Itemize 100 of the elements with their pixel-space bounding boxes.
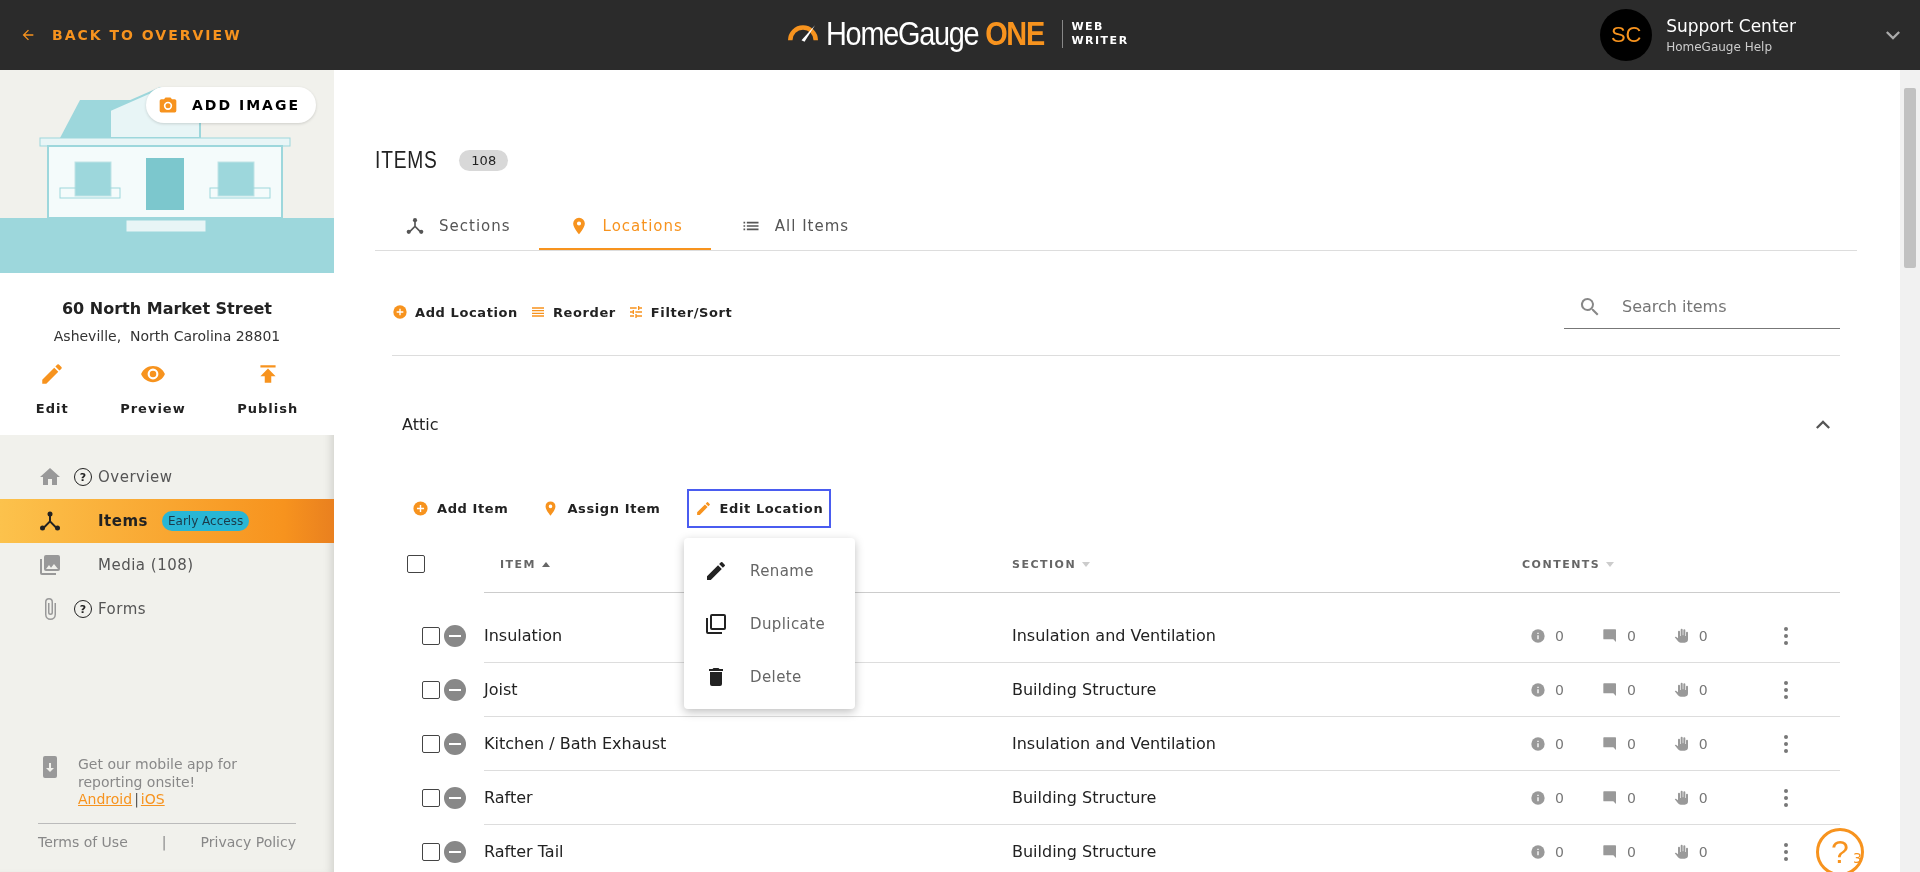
- sort-down-icon: [1082, 561, 1091, 567]
- section-name: Building Structure: [1012, 788, 1157, 807]
- nav-item[interactable]: Media (108): [0, 543, 334, 587]
- info-icon: [1530, 627, 1546, 644]
- count: 0: [1626, 681, 1636, 698]
- comment-icon: [1601, 843, 1618, 860]
- comment-icon: [1601, 789, 1618, 806]
- scrollbar[interactable]: [1900, 70, 1920, 872]
- count: 0: [1698, 627, 1708, 644]
- scrollbar-thumb[interactable]: [1904, 88, 1916, 268]
- sort-up-icon: [542, 561, 551, 567]
- copy-icon: [704, 611, 728, 636]
- info-icon: [1530, 681, 1546, 698]
- plus-icon: [412, 500, 429, 517]
- section-name: Building Structure: [1012, 680, 1157, 699]
- camera-icon: [158, 95, 178, 115]
- column-header[interactable]: ITEM: [500, 557, 551, 571]
- sort-down-icon: [1606, 561, 1615, 567]
- count: 0: [1698, 843, 1708, 860]
- pencil-icon: [694, 500, 712, 517]
- item-name: Joist: [484, 680, 518, 699]
- tab[interactable]: All Items: [710, 204, 878, 250]
- logo-subtitle: WEB WRITER: [1062, 19, 1129, 48]
- sliders-icon: [627, 304, 644, 320]
- arrow-left-icon: [20, 27, 36, 43]
- publish-button[interactable]: Publish: [231, 360, 305, 417]
- minus-circle-icon: [443, 677, 467, 702]
- minus-circle-icon: [443, 785, 467, 810]
- lines-icon: [529, 304, 546, 320]
- separator: |: [161, 834, 167, 850]
- dots-icon: [1784, 842, 1788, 861]
- count: 0: [1626, 843, 1636, 860]
- more-button[interactable]: [1784, 626, 1788, 645]
- add-image-button[interactable]: ADD IMAGE: [146, 87, 316, 123]
- count: 0: [1555, 789, 1564, 806]
- row-checkbox[interactable]: [422, 734, 440, 753]
- plus-icon: [392, 304, 408, 320]
- more-button[interactable]: [1784, 788, 1788, 807]
- page-title: ITEMS: [375, 146, 438, 174]
- info-icon: [1530, 843, 1546, 860]
- item-name: Rafter Tail: [484, 842, 564, 861]
- location-action[interactable]: Edit Location: [686, 489, 832, 528]
- section-name: Insulation and Ventilation: [1012, 734, 1216, 753]
- chevron-up-icon: [1816, 419, 1830, 429]
- user-subtitle: HomeGauge Help: [1666, 40, 1774, 54]
- info-icon: [1530, 789, 1546, 806]
- hand-icon: [1673, 681, 1690, 698]
- row-checkbox[interactable]: [422, 626, 440, 645]
- promo-text: Get our mobile app for reporting onsite!: [78, 755, 239, 791]
- hand-icon: [1673, 735, 1690, 752]
- minus-circle-icon: [443, 623, 467, 648]
- nav-label: Forms: [98, 600, 147, 618]
- toolbar-button[interactable]: Filter/Sort: [627, 304, 739, 320]
- search-field[interactable]: Search items: [1564, 285, 1840, 329]
- tab[interactable]: Sections: [375, 204, 539, 250]
- count: 0: [1555, 627, 1564, 644]
- nav-item[interactable]: ? Overview: [0, 455, 334, 499]
- row-checkbox[interactable]: [422, 680, 440, 699]
- count: 0: [1698, 681, 1708, 698]
- edit-button[interactable]: Edit: [29, 360, 75, 417]
- hand-icon: [1673, 789, 1690, 806]
- comment-icon: [1601, 735, 1618, 752]
- menu-item[interactable]: Duplicate: [684, 597, 855, 650]
- column-header[interactable]: SECTION: [1012, 557, 1091, 571]
- menu-item[interactable]: Delete: [684, 650, 855, 703]
- comment-icon: [1601, 681, 1618, 698]
- location-action[interactable]: Assign Item: [534, 489, 669, 528]
- more-button[interactable]: [1784, 734, 1788, 753]
- nav-label: Overview: [98, 468, 173, 486]
- user-avatar[interactable]: SC: [1600, 9, 1653, 61]
- collapse-toggle[interactable]: [1816, 419, 1830, 429]
- item-name: Insulation: [484, 626, 563, 645]
- toolbar-button[interactable]: Add Location: [392, 304, 524, 320]
- logo-text: HomeGauge ONE: [826, 14, 1044, 53]
- count: 0: [1555, 681, 1564, 698]
- hand-icon: [1673, 843, 1690, 860]
- menu-item[interactable]: Rename: [684, 544, 855, 597]
- more-button[interactable]: [1784, 680, 1788, 699]
- row-checkbox[interactable]: [422, 788, 440, 807]
- location-action[interactable]: Add Item: [404, 489, 517, 528]
- branch-icon: [405, 216, 425, 236]
- row-checkbox[interactable]: [422, 842, 440, 861]
- count: 0: [1555, 843, 1564, 860]
- toolbar-button[interactable]: Reorder: [529, 304, 622, 320]
- dots-icon: [1784, 626, 1788, 645]
- separator: |: [134, 791, 139, 807]
- back-link[interactable]: BACK TO OVERVIEW: [20, 27, 242, 43]
- nav-item[interactable]: Items Early Access: [0, 499, 334, 543]
- nav-item[interactable]: ? Forms: [0, 587, 334, 631]
- more-button[interactable]: [1784, 842, 1788, 861]
- preview-button[interactable]: Preview: [114, 360, 192, 417]
- dots-icon: [1784, 788, 1788, 807]
- dots-icon: [1784, 734, 1788, 753]
- info-icon: [1530, 735, 1546, 752]
- minus-circle-icon: [443, 731, 467, 756]
- column-header[interactable]: CONTENTS: [1522, 557, 1615, 571]
- count: 0: [1626, 627, 1636, 644]
- nav-label: Items: [98, 512, 148, 530]
- select-all-checkbox[interactable]: [407, 555, 425, 573]
- minus-circle-icon: [443, 839, 467, 864]
